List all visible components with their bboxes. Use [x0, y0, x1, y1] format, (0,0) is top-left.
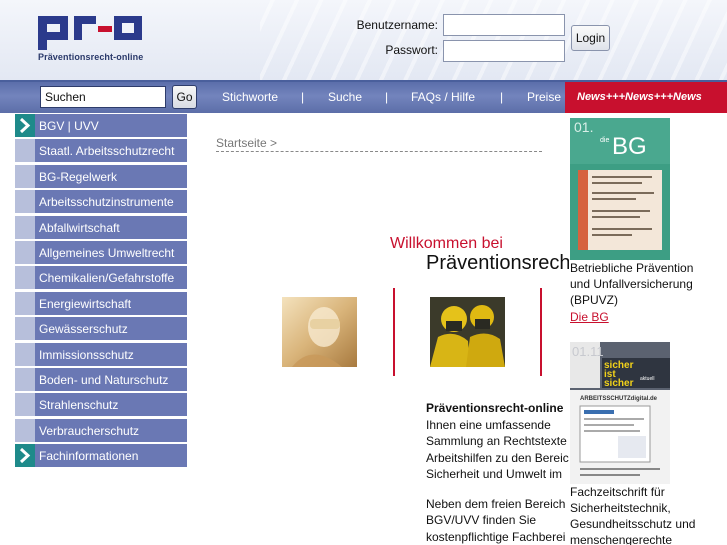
menu-bullet — [15, 419, 35, 442]
sidebar-item[interactable]: Immissionsschutz — [15, 343, 187, 366]
breadcrumb[interactable]: Startseite > — [216, 136, 277, 150]
login-button[interactable]: Login — [571, 25, 610, 51]
mag2-title-line: sicher — [604, 378, 634, 389]
nav-separator: | — [500, 90, 504, 104]
sidebar-item[interactable]: BGV | UVV — [15, 114, 187, 137]
menu-bullet — [15, 216, 35, 239]
mag2-caption-line: menschengerechte — [570, 533, 673, 545]
menu-bullet — [15, 266, 35, 289]
worker-photo-1 — [282, 297, 357, 367]
sidebar-item-label: Allgemeines Umweltrecht — [39, 246, 175, 260]
nav-stichworte[interactable]: Stichworte — [222, 90, 278, 104]
nav-suche[interactable]: Suche — [328, 90, 362, 104]
menu-bullet — [15, 139, 35, 162]
intro-line: Arbeitshilfen zu den Bereic — [426, 450, 569, 465]
sidebar-item[interactable]: Fachinformationen — [15, 444, 187, 467]
sidebar-item-label: BG-Regelwerk — [39, 170, 118, 184]
sidebar-item[interactable]: Verbraucherschutz — [15, 419, 187, 442]
menu-bullet — [15, 343, 35, 366]
sidebar-item-label: Strahlenschutz — [39, 398, 119, 412]
site-name-heading: Präventionsrecht-online — [426, 252, 569, 274]
welcome-heading: Willkommen bei — [390, 235, 503, 252]
intro-line: kostenpflichtige Fachberei — [426, 529, 566, 544]
chevron-right-icon — [15, 114, 35, 137]
username-input[interactable] — [443, 14, 565, 36]
intro-line: BGV/UVV finden Sie — [426, 513, 537, 527]
mag1-caption-line: und Unfallversicherung — [570, 277, 693, 291]
sidebar-item-label: BGV | UVV — [39, 119, 99, 133]
intro-line: Sicherheit und Umwelt im — [426, 467, 563, 481]
menu-bullet — [15, 165, 35, 188]
nav-separator: | — [301, 90, 305, 104]
menu-bullet — [15, 292, 35, 315]
sidebar-item[interactable]: Abfallwirtschaft — [15, 216, 187, 239]
intro-line: Präventionsrecht-online — [426, 401, 564, 415]
sidebar-item-label: Verbraucherschutz — [39, 424, 140, 438]
go-button[interactable]: Go — [172, 85, 197, 109]
chevron-right-icon — [15, 444, 35, 467]
mag2-caption-line: Sicherheitstechnik, — [570, 501, 671, 515]
mag2-issue: 01.11 — [572, 344, 604, 359]
sidebar-item-label: Staatl. Arbeitsschutzrecht — [39, 144, 175, 158]
menu-bullet — [15, 317, 35, 340]
sicher-ist-sicher-magazine-cover[interactable]: 01.11 sicher ist sicher aktuell ARBEITSS… — [570, 342, 670, 484]
password-input[interactable] — [443, 40, 565, 62]
mag1-tag: die — [600, 137, 609, 144]
nav-faqs[interactable]: FAQs / Hilfe — [411, 90, 475, 104]
sidebar-item[interactable]: BG-Regelwerk — [15, 165, 187, 188]
sidebar-item-label: Energiewirtschaft — [39, 297, 132, 311]
sidebar-item[interactable]: Gewässerschutz — [15, 317, 187, 340]
username-label: Benutzername: — [356, 18, 438, 32]
intro-line: Neben dem freien Bereich — [426, 496, 566, 511]
red-divider — [540, 288, 542, 376]
menu-bullet — [15, 368, 35, 391]
intro-line: Sammlung an Rechtstexte — [426, 434, 567, 448]
sidebar-item[interactable]: Energiewirtschaft — [15, 292, 187, 315]
sidebar-item-label: Boden- und Naturschutz — [39, 373, 169, 387]
menu-bullet — [15, 393, 35, 416]
sidebar-item-label: Chemikalien/Gefahrstoffe — [39, 271, 175, 285]
mag2-subtitle: ARBEITSSCHUTZdigital.de — [580, 396, 658, 402]
news-ticker[interactable]: News+++News+++News — [565, 82, 727, 113]
red-divider — [393, 288, 395, 376]
breadcrumb-divider — [216, 151, 542, 152]
sidebar-item-label: Arbeitsschutzinstrumente — [39, 195, 174, 209]
sidebar-item[interactable]: Arbeitsschutzinstrumente — [15, 190, 187, 213]
intro-line: Ihnen eine umfassende — [426, 417, 551, 432]
mag2-caption-line: Gesundheitsschutz und — [570, 517, 696, 531]
mag1-title: BG — [612, 133, 647, 160]
menu-bullet — [15, 241, 35, 264]
site-tagline: Präventionsrecht-online — [38, 52, 144, 62]
nav-preise[interactable]: Preise — [527, 90, 561, 104]
sidebar-item-label: Fachinformationen — [39, 449, 139, 463]
mag2-caption-line: Fachzeitschrift für — [570, 485, 665, 499]
intro-text: Präventionsrecht-online Ihnen eine umfas… — [426, 400, 569, 545]
die-bg-link[interactable]: Die BG — [570, 310, 609, 324]
mag1-caption-line: (BPUVZ) — [570, 293, 618, 307]
nav-separator: | — [385, 90, 389, 104]
die-bg-magazine-cover[interactable]: 01. die BG — [570, 118, 670, 260]
search-input[interactable] — [40, 86, 166, 108]
password-label: Passwort: — [385, 43, 438, 57]
sidebar-item[interactable]: Chemikalien/Gefahrstoffe — [15, 266, 187, 289]
worker-photo-2 — [430, 297, 505, 367]
site-name-box: Präventionsrecht-online — [426, 252, 569, 292]
intro-spacer — [426, 483, 569, 496]
sidebar-item[interactable]: Boden- und Naturschutz — [15, 368, 187, 391]
sidebar-item-label: Immissionsschutz — [39, 348, 134, 362]
mag2-tag: aktuell — [640, 376, 654, 382]
mag1-issue: 01. — [574, 119, 593, 135]
sidebar-item[interactable]: Strahlenschutz — [15, 393, 187, 416]
menu-bullet — [15, 190, 35, 213]
sidebar-item-label: Abfallwirtschaft — [39, 221, 120, 235]
sidebar-item-label: Gewässerschutz — [39, 322, 128, 336]
sidebar-item[interactable]: Allgemeines Umweltrecht — [15, 241, 187, 264]
sidebar-item[interactable]: Staatl. Arbeitsschutzrecht — [15, 139, 187, 162]
mag1-caption-line: Betriebliche Prävention — [570, 261, 694, 275]
